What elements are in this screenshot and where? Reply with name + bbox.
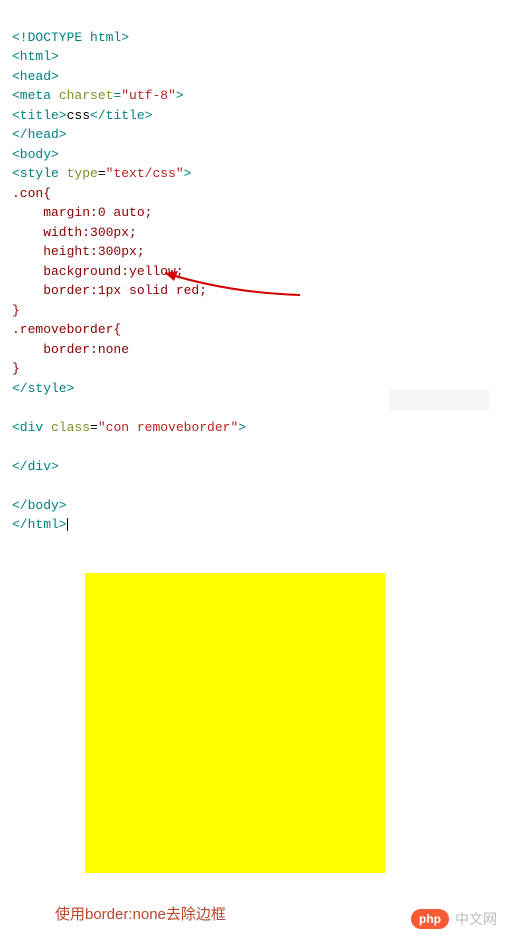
code-line: }: [12, 361, 20, 376]
code-line: <body>: [12, 147, 59, 162]
caption-text: 使用border:none去除边框: [55, 903, 226, 924]
code-line: <html>: [12, 49, 59, 64]
code-line: <meta charset="utf-8">: [12, 88, 184, 103]
code-line: </div>: [12, 459, 59, 474]
code-line: </style>: [12, 381, 74, 396]
demo-yellow-box: [85, 573, 385, 873]
code-line: <style type="text/css">: [12, 166, 191, 181]
code-line: height:300px;: [12, 244, 145, 259]
caption-row: 使用border:none去除边框 php 中文网: [0, 893, 507, 939]
code-line: <title>css</title>: [12, 108, 152, 123]
code-line: <div class="con removeborder">: [12, 420, 246, 435]
text-cursor: [67, 518, 68, 531]
code-line: .removeborder{: [12, 322, 121, 337]
code-line: margin:0 auto;: [12, 205, 152, 220]
code-line: .con{: [12, 186, 51, 201]
logo-pill: php: [411, 909, 449, 929]
code-line: }: [12, 303, 20, 318]
code-line: background:yellow;: [12, 264, 184, 279]
logo-area: php 中文网: [411, 909, 497, 929]
code-line: <!DOCTYPE html>: [12, 30, 129, 45]
code-block: <!DOCTYPE html> <html> <head> <meta char…: [0, 0, 507, 543]
code-line: </head>: [12, 127, 67, 142]
code-line: </body>: [12, 498, 67, 513]
code-line: border:none: [12, 342, 129, 357]
logo-text: 中文网: [455, 909, 497, 929]
placeholder-box: [389, 390, 489, 410]
code-line: <head>: [12, 69, 59, 84]
code-line: border:1px solid red;: [12, 283, 207, 298]
code-line: </html>: [12, 517, 68, 532]
code-line: width:300px;: [12, 225, 137, 240]
